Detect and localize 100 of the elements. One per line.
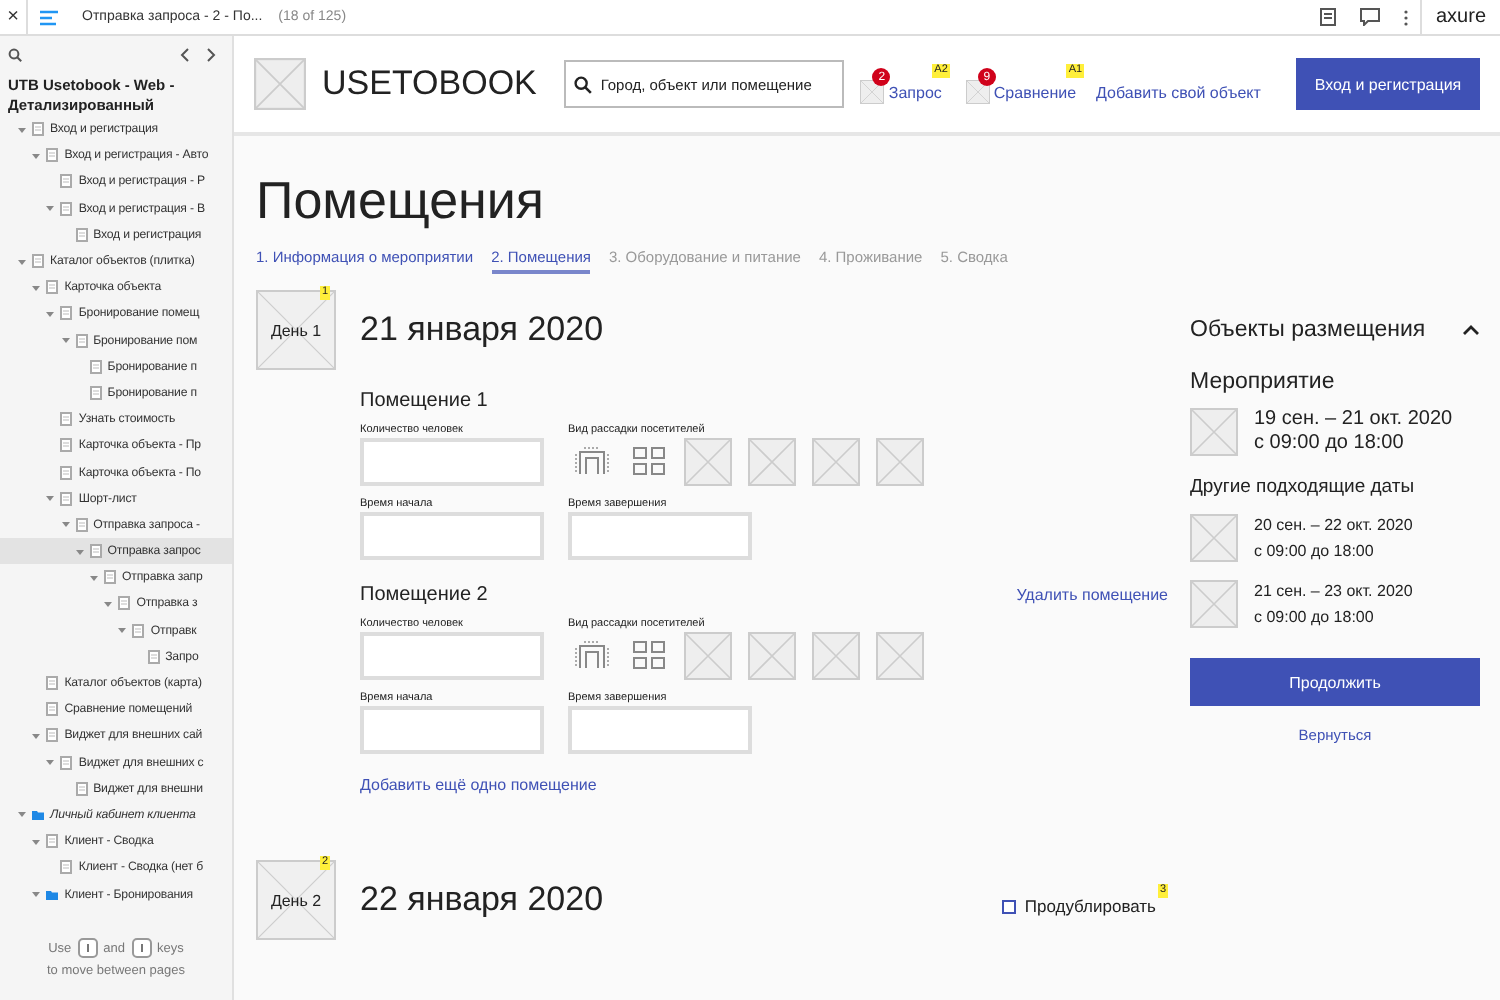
event-heading: Мероприятие [1190, 370, 1337, 394]
caret-icon[interactable] [16, 808, 28, 821]
page-icon [32, 122, 44, 137]
grid-tables-icon[interactable] [632, 640, 668, 672]
day-date: 22 января 2020 [360, 880, 606, 920]
login-button[interactable]: Вход и регистрация [1296, 58, 1480, 110]
page-icon [60, 412, 73, 427]
page-icon [60, 465, 73, 480]
page-icon [60, 306, 73, 321]
grid-tables-icon[interactable] [632, 446, 668, 478]
seating-option-placeholder [876, 438, 924, 486]
comment-icon[interactable] [1360, 8, 1380, 26]
seating-option-placeholder [684, 438, 732, 486]
u-shape-table-icon[interactable] [574, 640, 610, 672]
add-object-link[interactable]: Добавить свой объект [1096, 67, 1261, 101]
nav-image-placeholder [860, 80, 885, 104]
seating-option-placeholder [748, 632, 796, 680]
page-icon [60, 755, 73, 770]
page-icon [132, 623, 145, 638]
seating-option-placeholder [684, 632, 732, 680]
day-label: День 1 [270, 321, 322, 339]
logo-placeholder [254, 58, 306, 110]
caret-icon[interactable] [59, 334, 72, 347]
caret-icon[interactable] [30, 281, 43, 294]
search-icon[interactable] [8, 47, 22, 61]
input-field[interactable] [360, 438, 544, 486]
seating-option-placeholder [748, 438, 796, 486]
list-icon[interactable] [40, 9, 58, 25]
page-icon [147, 649, 160, 664]
page-icon [46, 834, 59, 849]
nav-image-placeholder [965, 80, 990, 104]
page-heading: Помещения [256, 170, 547, 232]
seating-option-placeholder [812, 438, 860, 486]
page-icon [89, 359, 102, 374]
continue-button[interactable]: Продолжить [1190, 658, 1480, 706]
checkbox[interactable] [1002, 899, 1017, 913]
folder-icon [32, 807, 44, 822]
search-icon [574, 75, 593, 93]
seating-option-placeholder [876, 632, 924, 680]
caret-icon[interactable] [44, 202, 57, 215]
caret-icon[interactable] [30, 888, 43, 901]
page-icon [60, 491, 73, 506]
day-label: День 2 [270, 891, 322, 909]
page-icon [46, 702, 59, 717]
caret-icon[interactable] [102, 597, 115, 610]
page-icon [75, 333, 88, 348]
date-image-placeholder [1190, 580, 1238, 628]
page-icon [32, 254, 44, 269]
u-shape-table-icon[interactable] [574, 446, 610, 478]
page-icon [104, 570, 116, 585]
page-icon [60, 860, 73, 875]
input-field[interactable] [360, 706, 544, 754]
caret-icon[interactable] [88, 571, 100, 584]
next-icon[interactable] [206, 47, 216, 61]
caret-icon[interactable] [30, 729, 43, 742]
date-image-placeholder [1190, 514, 1238, 562]
input-field[interactable] [568, 706, 752, 754]
event-dates: 19 сен. – 21 окт. 2020 с 09:00 до 18:00 [1254, 408, 1453, 456]
day-date: 21 января 2020 [360, 310, 606, 350]
caret-icon[interactable] [44, 492, 57, 505]
section-title: Объекты размещения [1190, 318, 1426, 342]
page-icon [46, 148, 59, 163]
page-icon [60, 201, 73, 216]
page-icon [75, 781, 88, 796]
page-icon [60, 438, 73, 453]
key-icon [77, 938, 98, 958]
room-title: Помещение 1 [360, 390, 488, 412]
seating-option-placeholder [812, 632, 860, 680]
other-dates-heading: Другие подходящие даты [1190, 476, 1417, 498]
caret-icon[interactable] [116, 624, 129, 637]
caret-icon[interactable] [30, 835, 43, 848]
page-icon [46, 676, 59, 691]
page-icon [60, 174, 73, 189]
caret-icon[interactable] [30, 149, 43, 162]
page-icon [46, 728, 59, 743]
caret-icon[interactable] [44, 756, 57, 769]
page-icon [75, 517, 88, 532]
caret-icon[interactable] [59, 518, 72, 531]
page-icon [118, 596, 131, 611]
event-image-placeholder [1190, 408, 1238, 456]
alternative-dates[interactable]: 20 сен. – 22 окт. 2020 с 09:00 до 18:00 [1254, 512, 1413, 564]
page-icon [89, 385, 102, 400]
previous-icon[interactable] [180, 47, 190, 61]
input-field[interactable] [360, 632, 544, 680]
chevron-icon[interactable] [1462, 324, 1480, 336]
document-icon[interactable] [1320, 8, 1336, 26]
logo-text: USETOBOOK [322, 64, 537, 104]
caret-icon[interactable] [16, 255, 28, 268]
page-icon [75, 227, 88, 242]
page-icon [89, 544, 102, 559]
page-icon [46, 280, 59, 295]
caret-icon[interactable] [73, 545, 86, 558]
remove-room-link[interactable]: Удалить помещение [1016, 586, 1168, 604]
room-title: Помещение 2 [360, 584, 488, 606]
input-field[interactable] [360, 512, 544, 560]
input-field[interactable] [568, 512, 752, 560]
caret-icon[interactable] [44, 307, 57, 320]
alternative-dates[interactable]: 21 сен. – 23 окт. 2020 с 09:00 до 18:00 [1254, 578, 1413, 630]
add-room-link[interactable]: Добавить ещё одно помещение [360, 776, 597, 794]
caret-icon[interactable] [16, 123, 28, 136]
